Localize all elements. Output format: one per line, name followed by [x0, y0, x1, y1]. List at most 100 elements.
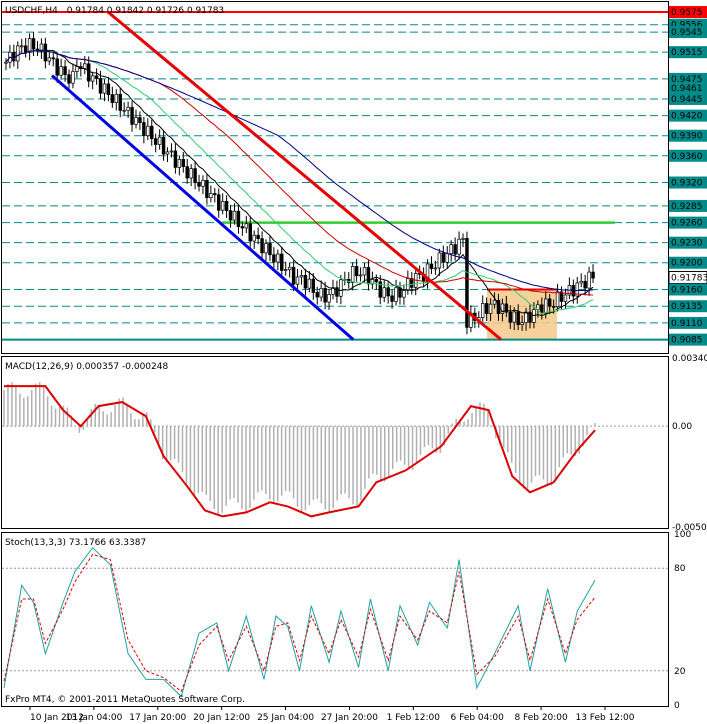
copyright: FxPro MT4, © 2001-2011 MetaQuotes Softwa…	[5, 695, 245, 705]
candle-body	[244, 223, 249, 229]
macd-axis-label: 0.00340	[672, 354, 707, 364]
candle-body	[248, 223, 252, 242]
price-panel	[1, 1, 669, 354]
candle-body	[339, 279, 343, 297]
candle-body	[55, 58, 59, 76]
candle-body	[315, 292, 319, 298]
candle-body	[350, 266, 355, 283]
candle-body	[358, 274, 363, 277]
candle-body	[398, 287, 402, 298]
candle-body	[197, 182, 201, 187]
candle-body	[508, 311, 513, 323]
price-axis-label: 0.9420	[671, 112, 703, 122]
candle-body	[83, 63, 87, 69]
candle-body	[94, 75, 99, 79]
x-tick-label: 13 Jan 04:00	[65, 713, 122, 723]
candle-body	[390, 295, 394, 302]
candle-body	[106, 83, 111, 95]
candle-body	[228, 210, 233, 221]
candle-body	[386, 287, 390, 297]
candle-body	[157, 136, 162, 145]
candle-body	[98, 78, 103, 94]
stoch-axis-label: 80	[674, 564, 686, 574]
candle-body	[75, 66, 79, 72]
macd-title: MACD(12,26,9) 0.000357 -0.000248	[5, 362, 168, 372]
candle-body	[110, 94, 115, 103]
candle-body	[43, 43, 48, 62]
candle-body	[516, 311, 520, 325]
candle-body	[453, 244, 457, 255]
candle-body	[366, 267, 371, 285]
candle-body	[134, 117, 138, 125]
stoch-axis-label: 20	[674, 667, 686, 677]
candle-body	[102, 83, 107, 94]
candle-body	[67, 74, 71, 84]
price-axis-label: 0.9575	[671, 8, 703, 18]
candle-body	[86, 63, 91, 82]
candle-body	[146, 125, 150, 137]
candle-body	[291, 266, 296, 285]
candle-body	[27, 38, 32, 53]
candle-body	[220, 201, 225, 211]
price-axis-label: 0.9200	[671, 259, 703, 269]
candle-body	[260, 238, 264, 254]
candle-body	[177, 159, 182, 168]
x-tick-label: 1 Feb 12:00	[387, 713, 441, 723]
candle-body	[153, 138, 158, 145]
candle-body	[488, 303, 493, 314]
price-axis-label: 0.9110	[671, 319, 703, 329]
candle-body	[579, 280, 583, 284]
stoch-axis-label: 0	[674, 701, 680, 711]
candle-body	[126, 106, 130, 111]
candle-body	[591, 271, 595, 279]
candle-body	[303, 275, 308, 289]
candle-body	[449, 244, 453, 254]
candle-body	[252, 234, 256, 242]
candle-body	[47, 57, 52, 62]
candle-body	[138, 117, 142, 123]
stoch-panel	[1, 532, 669, 707]
candle-body	[20, 45, 24, 48]
candle-body	[354, 266, 359, 277]
candle-body	[520, 322, 524, 325]
candle-body	[189, 168, 193, 179]
candle-body	[512, 311, 516, 323]
x-tick-label: 6 Feb 04:00	[451, 713, 505, 723]
candle-body	[165, 151, 170, 155]
candle-body	[287, 266, 292, 270]
candle-body	[457, 238, 461, 255]
candle-body	[31, 38, 36, 50]
candle-body	[544, 298, 548, 314]
stoch-title: Stoch(13,3,3) 73.1766 63.3387	[5, 538, 146, 548]
candle-body	[461, 238, 465, 240]
candle-body	[185, 166, 189, 179]
candle-body	[232, 210, 237, 221]
candle-body	[4, 61, 8, 64]
candle-body	[63, 66, 67, 76]
candle-body	[236, 210, 241, 227]
candle-body	[181, 159, 185, 167]
candle-body	[90, 75, 95, 82]
candle-body	[142, 122, 146, 137]
price-axis-label: 0.9230	[671, 239, 703, 249]
candle-body	[540, 304, 544, 314]
candle-body	[480, 303, 485, 318]
candle-body	[583, 280, 587, 289]
x-tick-label: 13 Feb 12:00	[575, 713, 634, 723]
candle-body	[587, 271, 591, 289]
candle-body	[555, 291, 560, 308]
price-axis-label: 0.9545	[671, 28, 703, 38]
x-tick-label: 27 Jan 20:00	[321, 713, 378, 723]
price-axis-label: 0.9260	[671, 219, 703, 229]
price-axis-label: 0.9160	[671, 285, 703, 295]
x-tick-label: 17 Jan 20:00	[129, 713, 186, 723]
price-axis-label: 0.9320	[671, 179, 703, 189]
candle-body	[161, 136, 166, 155]
candle-body	[327, 293, 331, 303]
candle-body	[280, 253, 284, 271]
chart-svg: USDCHF,H4 0.91784 0.91842 0.91726 0.9178…	[1, 1, 707, 723]
price-axis-label: 0.9515	[671, 48, 703, 58]
candle-body	[307, 278, 312, 289]
candle-body	[130, 106, 134, 125]
candle-body	[193, 168, 197, 184]
